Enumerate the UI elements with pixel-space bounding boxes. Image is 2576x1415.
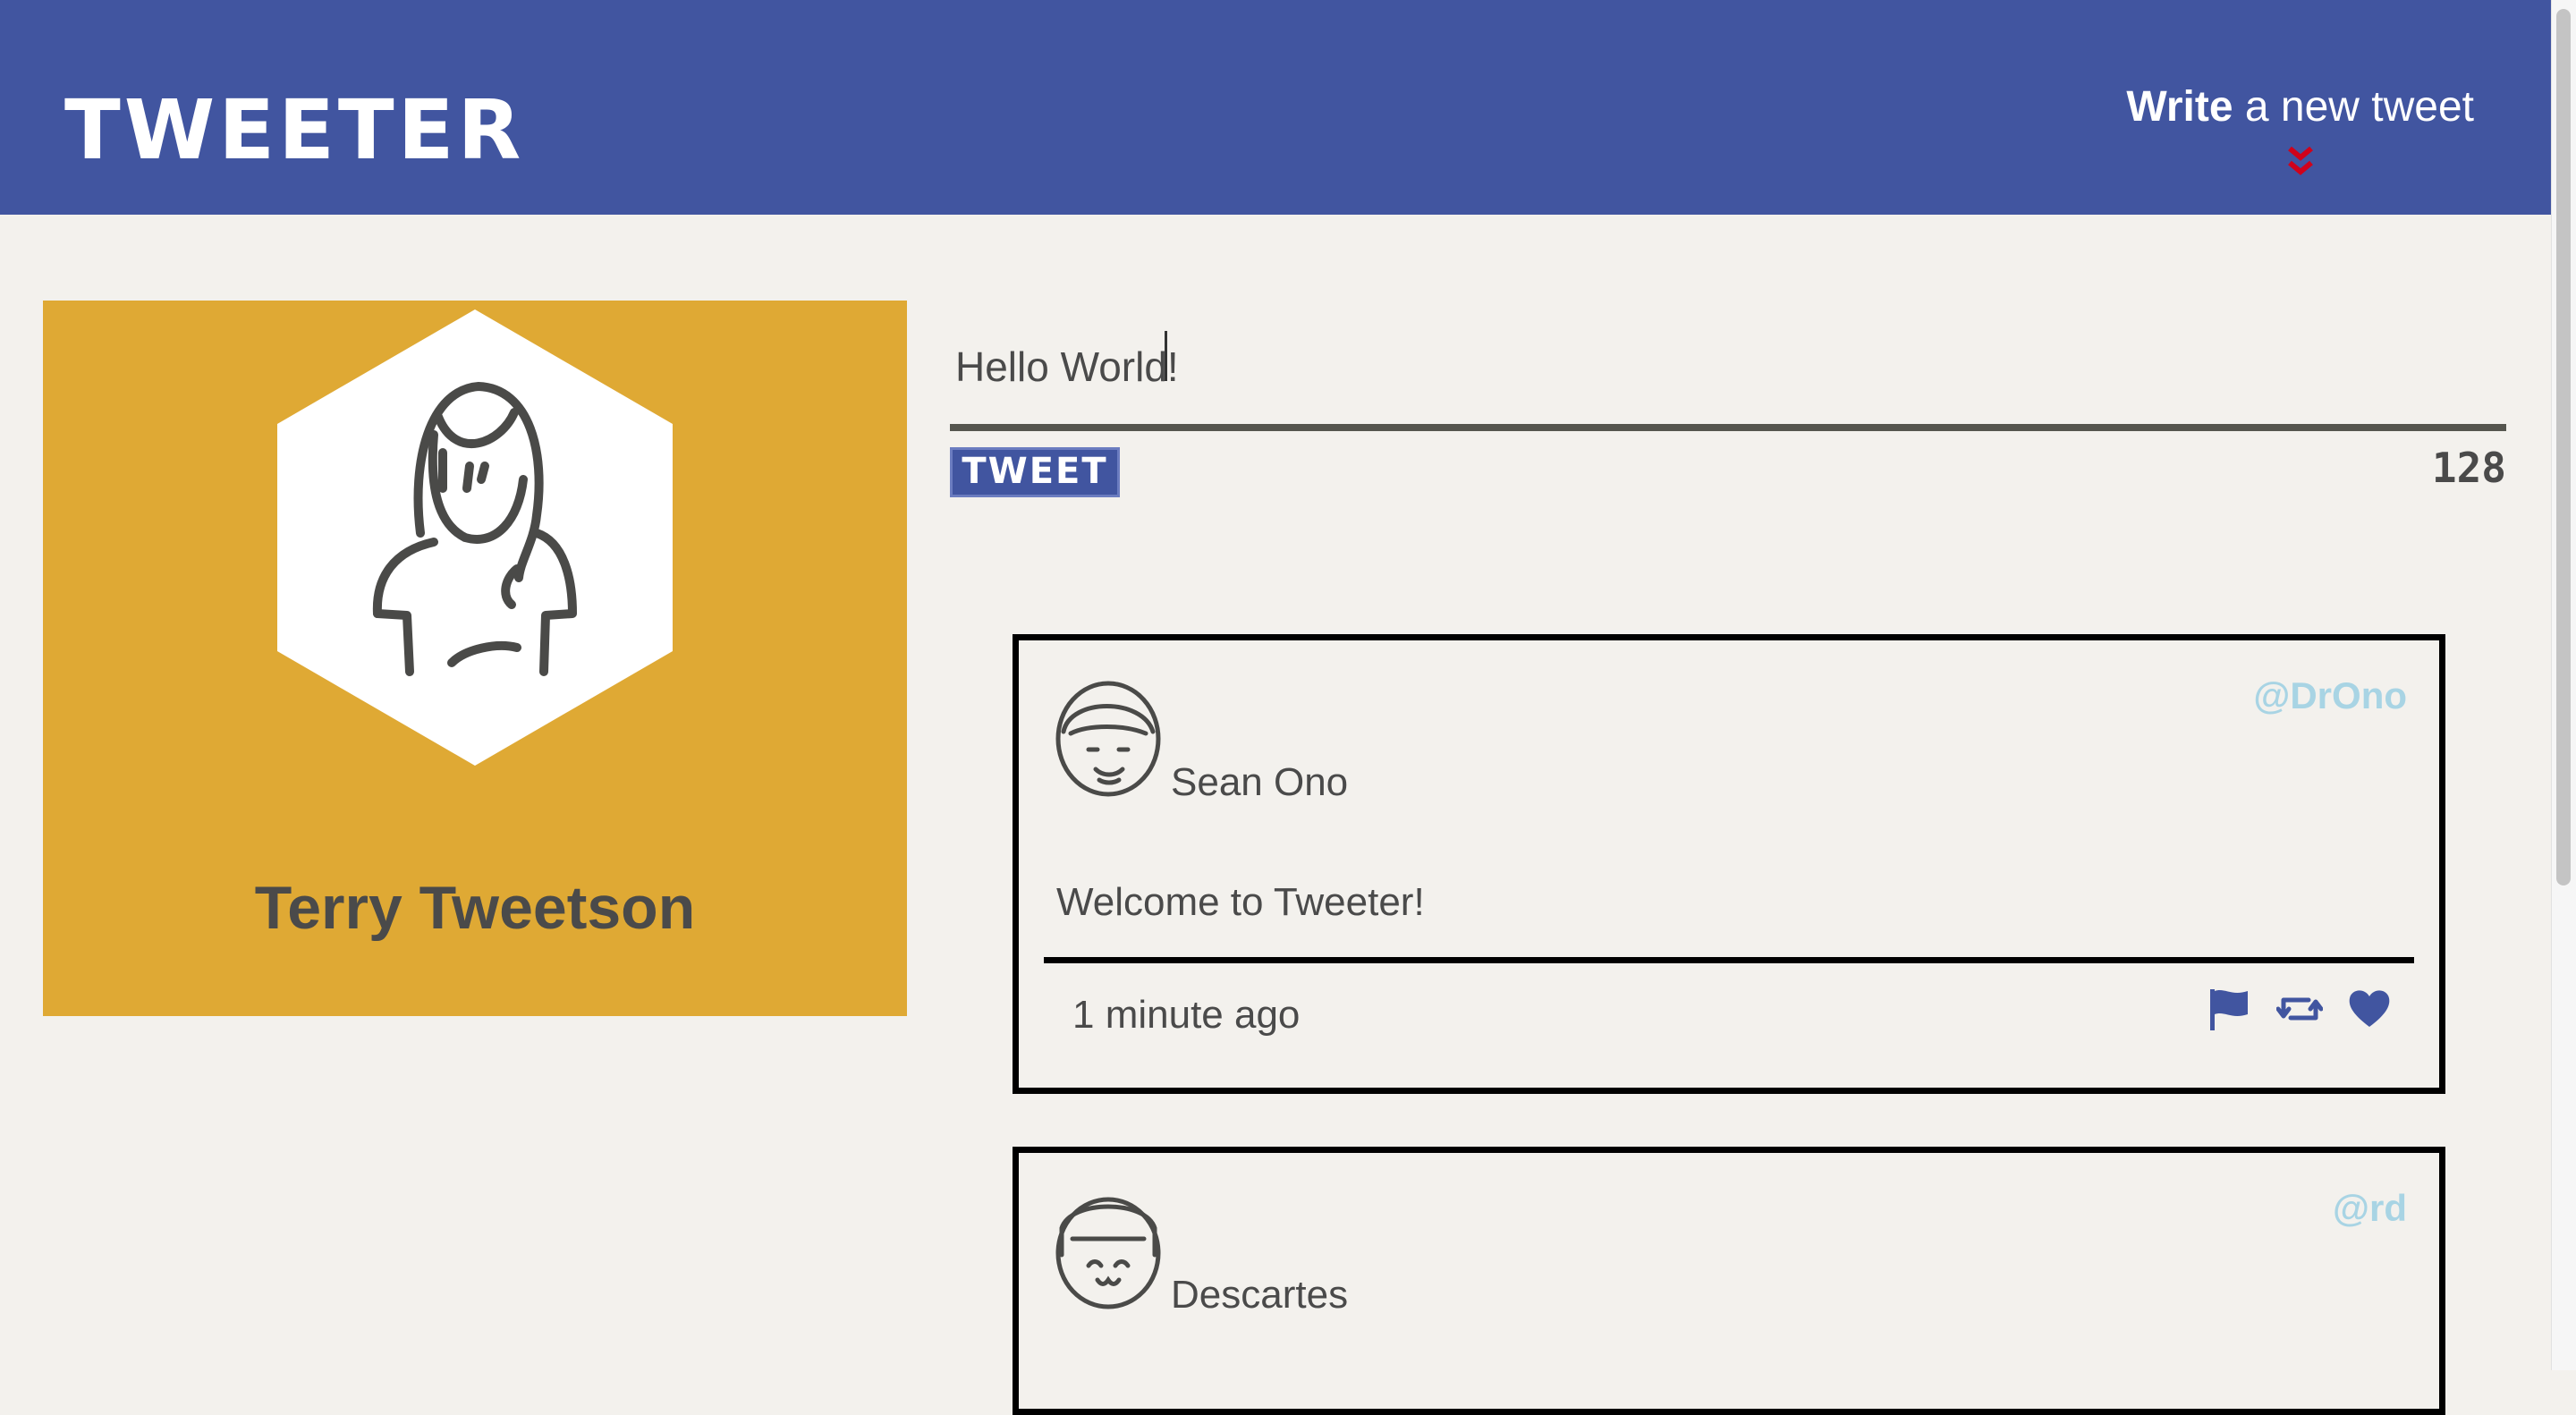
page-scrollbar[interactable] xyxy=(2551,0,2576,1370)
double-chevron-down-icon[interactable] xyxy=(2283,145,2318,181)
brand-logo[interactable]: TWEETER xyxy=(64,89,524,172)
compose-underline xyxy=(950,424,2506,431)
tweet-timestamp: 1 minute ago xyxy=(1072,993,1301,1037)
tweet-card: Descartes @rd xyxy=(1013,1147,2445,1415)
flag-icon[interactable] xyxy=(2207,986,2253,1032)
tweet-body: Welcome to Tweeter! xyxy=(1056,880,1425,924)
tweet-compose-input[interactable] xyxy=(950,322,2506,411)
profile-avatar-hexagon xyxy=(277,309,673,766)
profile-name: Terry Tweetson xyxy=(254,874,696,942)
tweet-actions xyxy=(2207,986,2393,1032)
write-tweet-toggle-strong: Write xyxy=(2126,83,2233,131)
tweet-divider xyxy=(1044,957,2414,963)
char-counter: 128 xyxy=(2431,444,2506,492)
write-tweet-toggle-rest: a new tweet xyxy=(2233,83,2474,131)
tweet-card: Sean Ono @DrOno Welcome to Tweeter! 1 mi… xyxy=(1013,634,2445,1094)
tweet-author-handle[interactable]: @DrOno xyxy=(2253,674,2407,717)
tweet-submit-button[interactable]: TWEET xyxy=(950,447,1120,497)
tweet-author-handle[interactable]: @rd xyxy=(2333,1187,2407,1230)
retweet-icon[interactable] xyxy=(2276,986,2323,1032)
avatar-girl-icon xyxy=(1055,1197,1161,1309)
profile-card: Terry Tweetson xyxy=(43,301,907,1016)
page-scrollbar-thumb[interactable] xyxy=(2556,9,2571,885)
tweet-author-name: Descartes xyxy=(1171,1273,1349,1317)
avatar-man-icon xyxy=(1055,681,1161,797)
heart-icon[interactable] xyxy=(2346,986,2393,1032)
top-nav: TWEETER Write a new tweet xyxy=(0,0,2551,215)
write-tweet-toggle[interactable]: Write a new tweet xyxy=(2126,86,2474,181)
tweet-author-name: Sean Ono xyxy=(1171,760,1349,804)
text-caret xyxy=(1165,331,1167,381)
